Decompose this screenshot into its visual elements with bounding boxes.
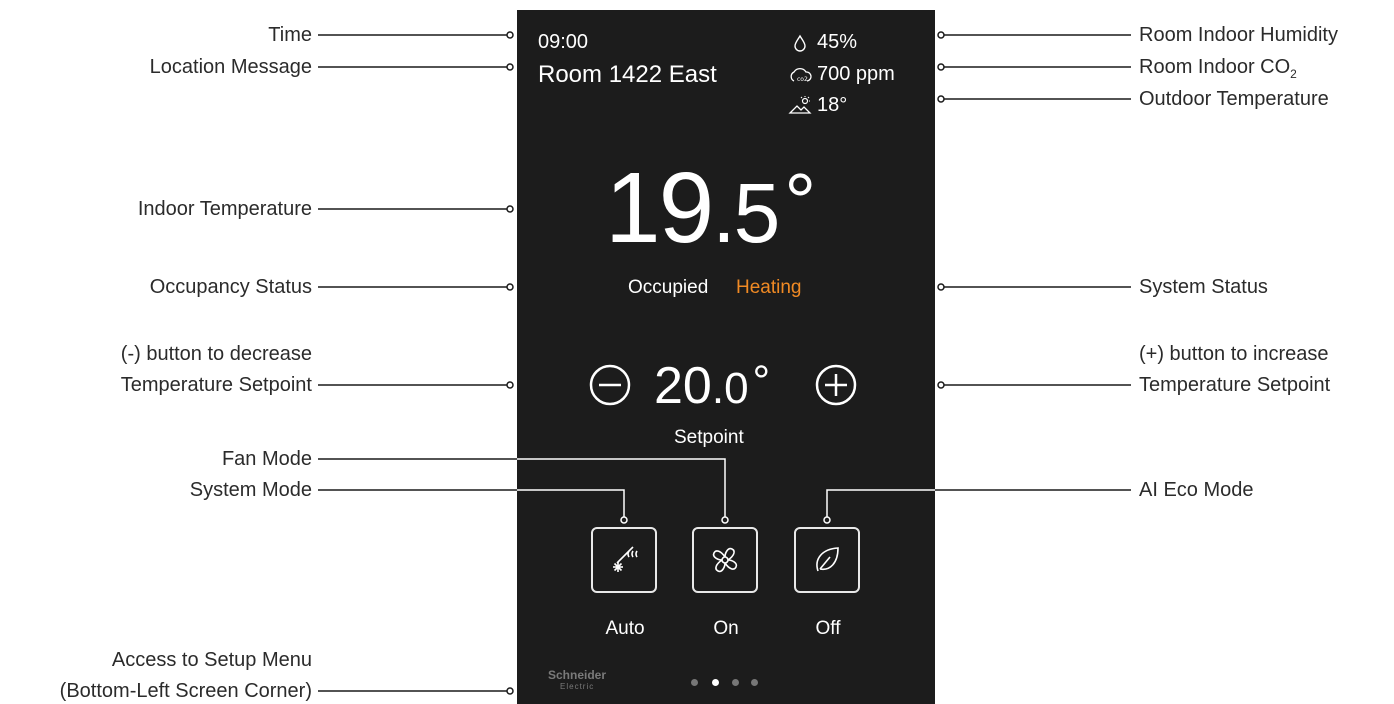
brand-name: Schneider	[548, 668, 607, 682]
annotation-humidity: Room Indoor Humidity	[1139, 24, 1338, 46]
fan-mode-label: On	[713, 618, 739, 639]
heat-cool-icon	[613, 546, 638, 572]
page-dot	[732, 679, 739, 686]
leaf-icon	[816, 547, 839, 572]
outdoor-weather-icon	[788, 96, 812, 114]
brand-subtitle: Electric	[560, 682, 595, 691]
setpoint-integer: 20	[654, 357, 712, 415]
indoor-temperature-decimal: .5	[712, 166, 780, 260]
annotation-indoor-temperature: Indoor Temperature	[137, 198, 312, 220]
annotation-system-mode: System Mode	[189, 479, 312, 501]
svg-text:co2: co2	[797, 76, 808, 83]
page-dot-active	[712, 679, 719, 686]
setpoint-degree: °	[752, 357, 771, 406]
annotation-ai-eco-mode: AI Eco Mode	[1139, 479, 1254, 501]
indoor-temperature-degree: °	[784, 157, 816, 246]
annotation-minus-button-line1: (-) button to decrease	[120, 343, 312, 365]
indoor-temperature-integer: 19	[605, 152, 714, 264]
annotation-fan-mode: Fan Mode	[221, 448, 312, 470]
annotation-time: Time	[268, 24, 312, 46]
annotation-setup-menu-line1: Access to Setup Menu	[111, 649, 312, 671]
annotation-minus-button-line2: Temperature Setpoint	[120, 374, 312, 396]
setpoint-decimal: .0	[711, 364, 749, 413]
ai-eco-mode-label: Off	[815, 618, 841, 639]
system-mode-label: Auto	[605, 618, 645, 639]
thermostat-screen: 09:00 Room 1422 East 45% co2 700 ppm 18°…	[517, 10, 935, 704]
setup-menu-access-logo[interactable]: Schneider Electric	[548, 669, 606, 693]
decrease-setpoint-button[interactable]	[587, 362, 633, 408]
annotation-plus-button-line2: Temperature Setpoint	[1139, 374, 1331, 396]
system-mode-button[interactable]	[591, 527, 657, 593]
increase-setpoint-button[interactable]	[813, 362, 859, 408]
annotation-co2: Room Indoor CO2	[1139, 55, 1297, 86]
annotation-co2-subscript: 2	[1290, 67, 1297, 81]
system-status: Heating	[736, 277, 802, 298]
annotation-setup-menu-line2: (Bottom-Left Screen Corner)	[59, 680, 312, 702]
ai-eco-mode-button[interactable]	[794, 527, 860, 593]
indoor-temperature: 19.5°	[605, 152, 816, 269]
annotation-plus-button-line1: (+) button to increase	[1139, 343, 1329, 365]
time-display: 09:00	[538, 31, 589, 53]
droplet-icon	[794, 34, 806, 52]
outdoor-temperature-value: 18°	[817, 94, 848, 116]
setpoint-label: Setpoint	[674, 427, 744, 448]
page-dot	[751, 679, 758, 686]
annotation-system-status: System Status	[1139, 276, 1268, 298]
annotation-location: Location Message	[149, 56, 312, 78]
annotation-occupancy-status: Occupancy Status	[149, 276, 312, 298]
co2-value: 700 ppm	[817, 63, 895, 85]
occupancy-status: Occupied	[628, 277, 709, 298]
fan-icon	[712, 547, 738, 573]
fan-mode-button[interactable]	[692, 527, 758, 593]
setpoint-value: 20.0°	[654, 356, 770, 419]
humidity-value: 45%	[817, 31, 858, 53]
annotation-co2-text: Room Indoor CO	[1139, 56, 1291, 78]
location-message: Room 1422 East	[538, 61, 717, 88]
annotation-outdoor-temperature: Outdoor Temperature	[1139, 88, 1329, 110]
page-dot	[691, 679, 698, 686]
co2-cloud-icon: co2	[790, 68, 812, 83]
